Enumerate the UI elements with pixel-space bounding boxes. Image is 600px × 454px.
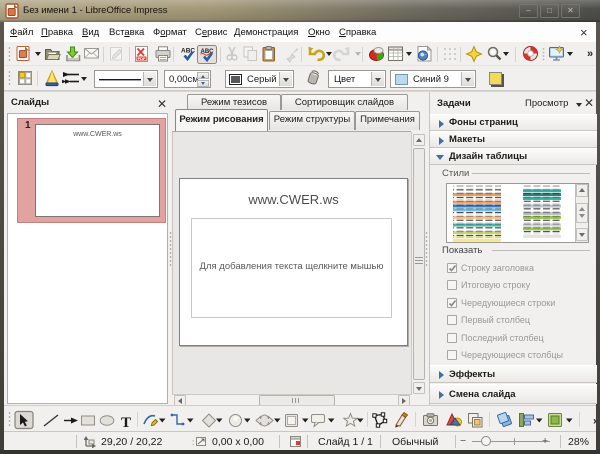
svg-text:ABC: ABC [181,48,195,55]
svg-text:T: T [121,415,131,431]
svg-text:»: » [593,416,596,428]
svg-text:»: » [587,48,593,60]
svg-text::: : [192,438,194,447]
svg-text:PDF: PDF [138,56,147,61]
